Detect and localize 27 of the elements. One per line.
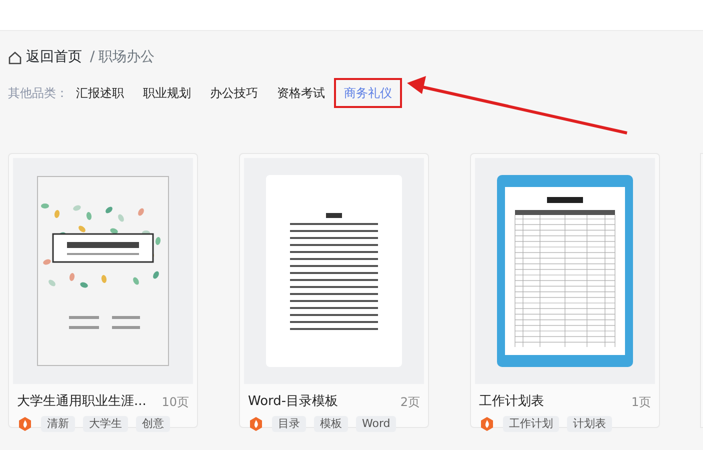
home-link[interactable]: 返回首页	[26, 47, 82, 68]
document-title[interactable]: 工作计划表	[479, 392, 544, 412]
category-link[interactable]: 商务礼仪	[336, 80, 400, 106]
tag[interactable]: 工作计划	[503, 416, 559, 432]
tag[interactable]: 模板	[314, 416, 348, 432]
breadcrumb-separator: /	[90, 48, 95, 67]
tag[interactable]: 创意	[136, 416, 170, 432]
category-link[interactable]: 资格考试	[277, 80, 325, 106]
category-link[interactable]: 汇报述职	[76, 80, 124, 106]
category-link[interactable]: 职业规划	[143, 80, 191, 106]
tag[interactable]: 计划表	[567, 416, 612, 432]
page-count: 2页	[400, 394, 420, 411]
tag[interactable]: 目录	[272, 416, 306, 432]
category-label: 其他品类：	[8, 85, 68, 102]
category-link[interactable]: 办公技巧	[210, 80, 258, 106]
page-count: 10页	[162, 394, 189, 411]
flame-icon	[17, 416, 33, 432]
tag[interactable]: 大学生	[83, 416, 128, 432]
document-title[interactable]: 大学生通用职业生涯...	[17, 392, 146, 412]
flame-icon	[248, 416, 264, 432]
document-title[interactable]: Word-目录模板	[248, 392, 338, 412]
tag[interactable]: Word	[356, 416, 396, 432]
tag[interactable]: 清新	[41, 416, 75, 432]
page-count: 1页	[631, 394, 651, 411]
home-icon[interactable]	[8, 50, 22, 64]
breadcrumb-current: 职场办公	[98, 48, 155, 67]
flame-icon	[479, 416, 495, 432]
